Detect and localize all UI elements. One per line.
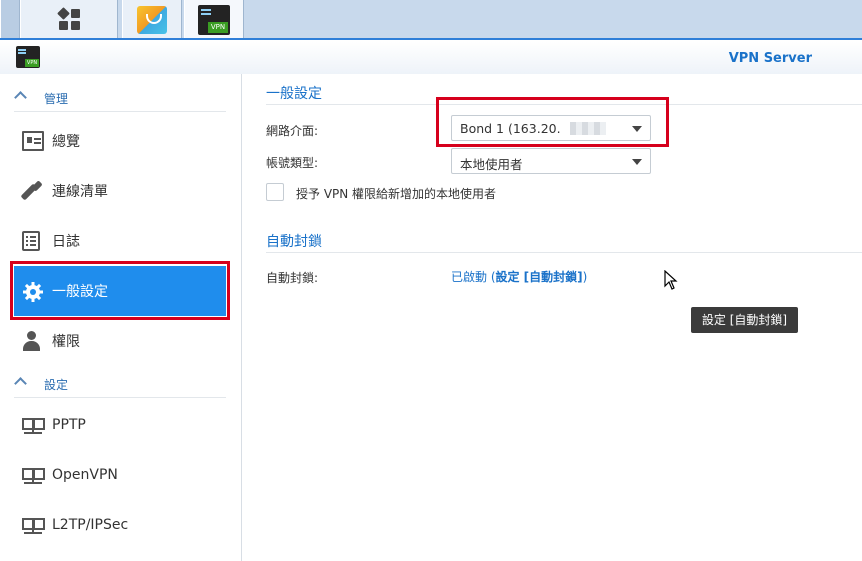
sidebar-section-manage[interactable]: 管理 <box>14 84 226 112</box>
vpn-server-icon: VPN <box>198 5 230 35</box>
network-interface-label: 網路介面: <box>266 124 319 138</box>
sidebar-item-pptp[interactable]: PPTP <box>14 402 226 452</box>
window-title: VPN Server <box>728 51 812 66</box>
autoblock-section-title: 自動封鎖 <box>266 234 322 250</box>
vpn-server-taskbar-button[interactable]: VPN <box>184 0 244 38</box>
general-section-title: 一般設定 <box>266 86 322 102</box>
network-icon <box>22 467 45 487</box>
log-icon <box>22 231 40 251</box>
autoblock-label: 自動封鎖: <box>266 271 319 285</box>
account-type-select[interactable]: 本地使用者 <box>451 148 651 174</box>
package-center-button[interactable] <box>122 0 182 38</box>
mouse-cursor-icon <box>664 269 678 290</box>
dropdown-arrow-icon <box>632 159 642 165</box>
sidebar-section-settings[interactable]: 設定 <box>14 370 226 398</box>
network-icon <box>22 417 45 437</box>
chevron-up-icon <box>14 91 27 104</box>
grant-vpn-label: 授予 VPN 權限給新增加的本地使用者 <box>296 187 497 201</box>
taskbar-edge <box>0 0 20 38</box>
sidebar-item-log[interactable]: 日誌 <box>14 216 226 266</box>
window-header: VPN VPN Server <box>0 42 862 74</box>
grant-vpn-checkbox[interactable] <box>266 183 284 201</box>
sidebar-item-overview[interactable]: 總覽 <box>14 116 226 166</box>
overview-icon <box>22 131 44 151</box>
sidebar-item-privileges[interactable]: 權限 <box>14 316 226 366</box>
user-icon <box>22 331 44 351</box>
highlight-box-interface <box>436 97 669 147</box>
taskbar: VPN <box>0 0 862 40</box>
divider <box>266 252 862 253</box>
autoblock-settings-link[interactable]: 設定 [自動封鎖] <box>496 270 583 284</box>
network-icon <box>22 517 45 537</box>
vpn-server-app-icon: VPN <box>16 46 40 68</box>
sidebar-item-l2tp-ipsec[interactable]: L2TP/IPSec <box>14 502 226 552</box>
sidebar-item-openvpn[interactable]: OpenVPN <box>14 452 226 502</box>
tooltip: 設定 [自動封鎖] <box>691 307 798 333</box>
sidebar-item-connection-list[interactable]: 連線清單 <box>14 166 226 216</box>
package-icon <box>137 6 167 34</box>
chevron-up-icon <box>14 377 27 390</box>
connection-icon <box>22 181 44 201</box>
main-menu-button[interactable] <box>20 0 118 38</box>
grid-icon <box>57 7 81 31</box>
account-type-value: 本地使用者 <box>460 157 523 172</box>
account-type-label: 帳號類型: <box>266 156 319 170</box>
autoblock-status: 已啟動 (設定 [自動封鎖]) <box>451 270 588 284</box>
highlight-box-sidebar <box>10 261 230 320</box>
